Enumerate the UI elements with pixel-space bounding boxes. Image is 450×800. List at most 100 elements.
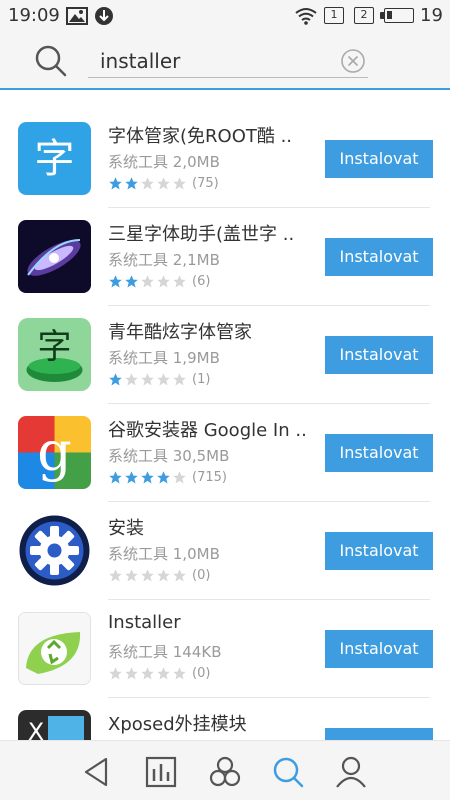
google-g-icon: g: [18, 416, 91, 489]
sim2-signal-icon: 2: [354, 7, 374, 24]
bottom-nav: [0, 740, 450, 800]
star-empty-icon: [173, 373, 186, 386]
rating-count: (6): [192, 274, 211, 289]
rating-stars: [108, 568, 188, 583]
rating-count: (0): [192, 666, 211, 681]
app-rating: (0): [108, 568, 210, 583]
star-empty-icon: [125, 373, 138, 386]
search-icon[interactable]: [271, 755, 305, 789]
app-rating: (75): [108, 176, 219, 191]
rating-stars: [108, 176, 188, 191]
svg-text:字: 字: [38, 327, 72, 367]
install-button[interactable]: Instalovat: [325, 532, 433, 570]
install-button[interactable]: Instalovat: [325, 434, 433, 472]
star-empty-icon: [157, 275, 170, 288]
svg-text:字: 字: [35, 136, 75, 182]
install-button[interactable]: Instalovat: [325, 140, 433, 178]
app-name: 谷歌安装器 Google In ..: [108, 420, 307, 441]
star-empty-icon: [109, 667, 122, 680]
search-input[interactable]: [88, 44, 368, 78]
list-item[interactable]: 三星字体助手(盖世字 .. 系统工具 2,1MB (6) Instalovat: [0, 208, 450, 306]
star-filled-icon: [125, 275, 138, 288]
star-empty-icon: [141, 667, 154, 680]
battery-level: 19: [420, 5, 443, 26]
star-empty-icon: [173, 471, 186, 484]
app-name: 字体管家(免ROOT酷 ..: [108, 126, 293, 147]
sim1-signal-icon: 1: [324, 7, 344, 24]
star-empty-icon: [157, 373, 170, 386]
gear-icon: [18, 514, 91, 587]
app-name: 三星字体助手(盖世字 ..: [108, 224, 295, 245]
star-empty-icon: [173, 177, 186, 190]
app-name: Installer: [108, 612, 181, 633]
clear-search-icon[interactable]: [340, 48, 366, 74]
app-rating: (0): [108, 666, 210, 681]
search-header: [0, 32, 450, 90]
app-meta: 系统工具 1,9MB: [108, 349, 220, 367]
star-filled-icon: [125, 177, 138, 190]
status-bar: 19:09 1 2 19: [0, 0, 450, 32]
categories-icon[interactable]: [208, 755, 242, 789]
star-empty-icon: [141, 569, 154, 582]
app-name: 青年酷炫字体管家: [108, 322, 252, 343]
download-notification-icon: [95, 7, 113, 25]
app-meta: 系统工具 2,1MB: [108, 251, 220, 269]
star-empty-icon: [125, 569, 138, 582]
search-icon[interactable]: [34, 44, 68, 78]
app-rating: (1): [108, 372, 210, 387]
app-rating: (715): [108, 470, 227, 485]
svg-text:X: X: [28, 718, 44, 740]
ranking-icon[interactable]: [144, 755, 178, 789]
rating-count: (0): [192, 568, 211, 583]
app-meta: 系统工具 144KB: [108, 643, 222, 661]
rating-stars: [108, 372, 188, 387]
install-button[interactable]: Instalovat: [325, 728, 433, 740]
star-empty-icon: [157, 667, 170, 680]
zi-blue-icon: 字: [18, 122, 91, 195]
status-time: 19:09: [8, 5, 60, 26]
app-meta: 系统工具 2,0MB: [108, 153, 220, 171]
install-button[interactable]: Instalovat: [325, 336, 433, 374]
recycle-leaf-icon: [18, 612, 91, 685]
star-filled-icon: [109, 275, 122, 288]
rating-count: (715): [192, 470, 227, 485]
install-button[interactable]: Instalovat: [325, 630, 433, 668]
app-name: Xposed外挂模块: [108, 714, 247, 735]
list-item[interactable]: 字 青年酷炫字体管家 系统工具 1,9MB (1) Instalovat: [0, 306, 450, 404]
star-filled-icon: [125, 471, 138, 484]
rating-count: (75): [192, 176, 219, 191]
list-item[interactable]: 安装 系统工具 1,0MB (0) Instalovat: [0, 502, 450, 600]
galaxy-icon: [18, 220, 91, 293]
star-empty-icon: [141, 177, 154, 190]
image-notification-icon: [66, 7, 88, 25]
star-empty-icon: [173, 569, 186, 582]
app-meta: 系统工具 30,5MB: [108, 447, 230, 465]
rating-stars: [108, 274, 188, 289]
star-filled-icon: [141, 471, 154, 484]
star-filled-icon: [109, 177, 122, 190]
star-filled-icon: [157, 471, 170, 484]
search-results-list[interactable]: 字 字体管家(免ROOT酷 .. 系统工具 2,0MB (75) Instalo…: [0, 92, 450, 740]
star-empty-icon: [141, 275, 154, 288]
list-item[interactable]: g 谷歌安装器 Google In .. 系统工具 30,5MB (715) I…: [0, 404, 450, 502]
install-button[interactable]: Instalovat: [325, 238, 433, 276]
list-item[interactable]: 字 字体管家(免ROOT酷 .. 系统工具 2,0MB (75) Instalo…: [0, 110, 450, 208]
list-item[interactable]: Installer 系统工具 144KB (0) Instalovat: [0, 600, 450, 698]
star-filled-icon: [109, 373, 122, 386]
star-empty-icon: [157, 569, 170, 582]
star-empty-icon: [173, 667, 186, 680]
star-empty-icon: [109, 569, 122, 582]
svg-text:g: g: [37, 420, 72, 483]
app-name: 安装: [108, 518, 144, 539]
profile-icon[interactable]: [334, 755, 368, 789]
star-empty-icon: [125, 667, 138, 680]
star-empty-icon: [157, 177, 170, 190]
rating-stars: [108, 470, 188, 485]
back-icon[interactable]: [80, 755, 114, 789]
wifi-icon: [295, 8, 317, 25]
app-meta: 系统工具 1,0MB: [108, 545, 220, 563]
list-item[interactable]: X Xposed外挂模块 Instalovat: [0, 698, 450, 740]
battery-icon: [384, 8, 414, 23]
app-rating: (6): [108, 274, 210, 289]
star-filled-icon: [109, 471, 122, 484]
